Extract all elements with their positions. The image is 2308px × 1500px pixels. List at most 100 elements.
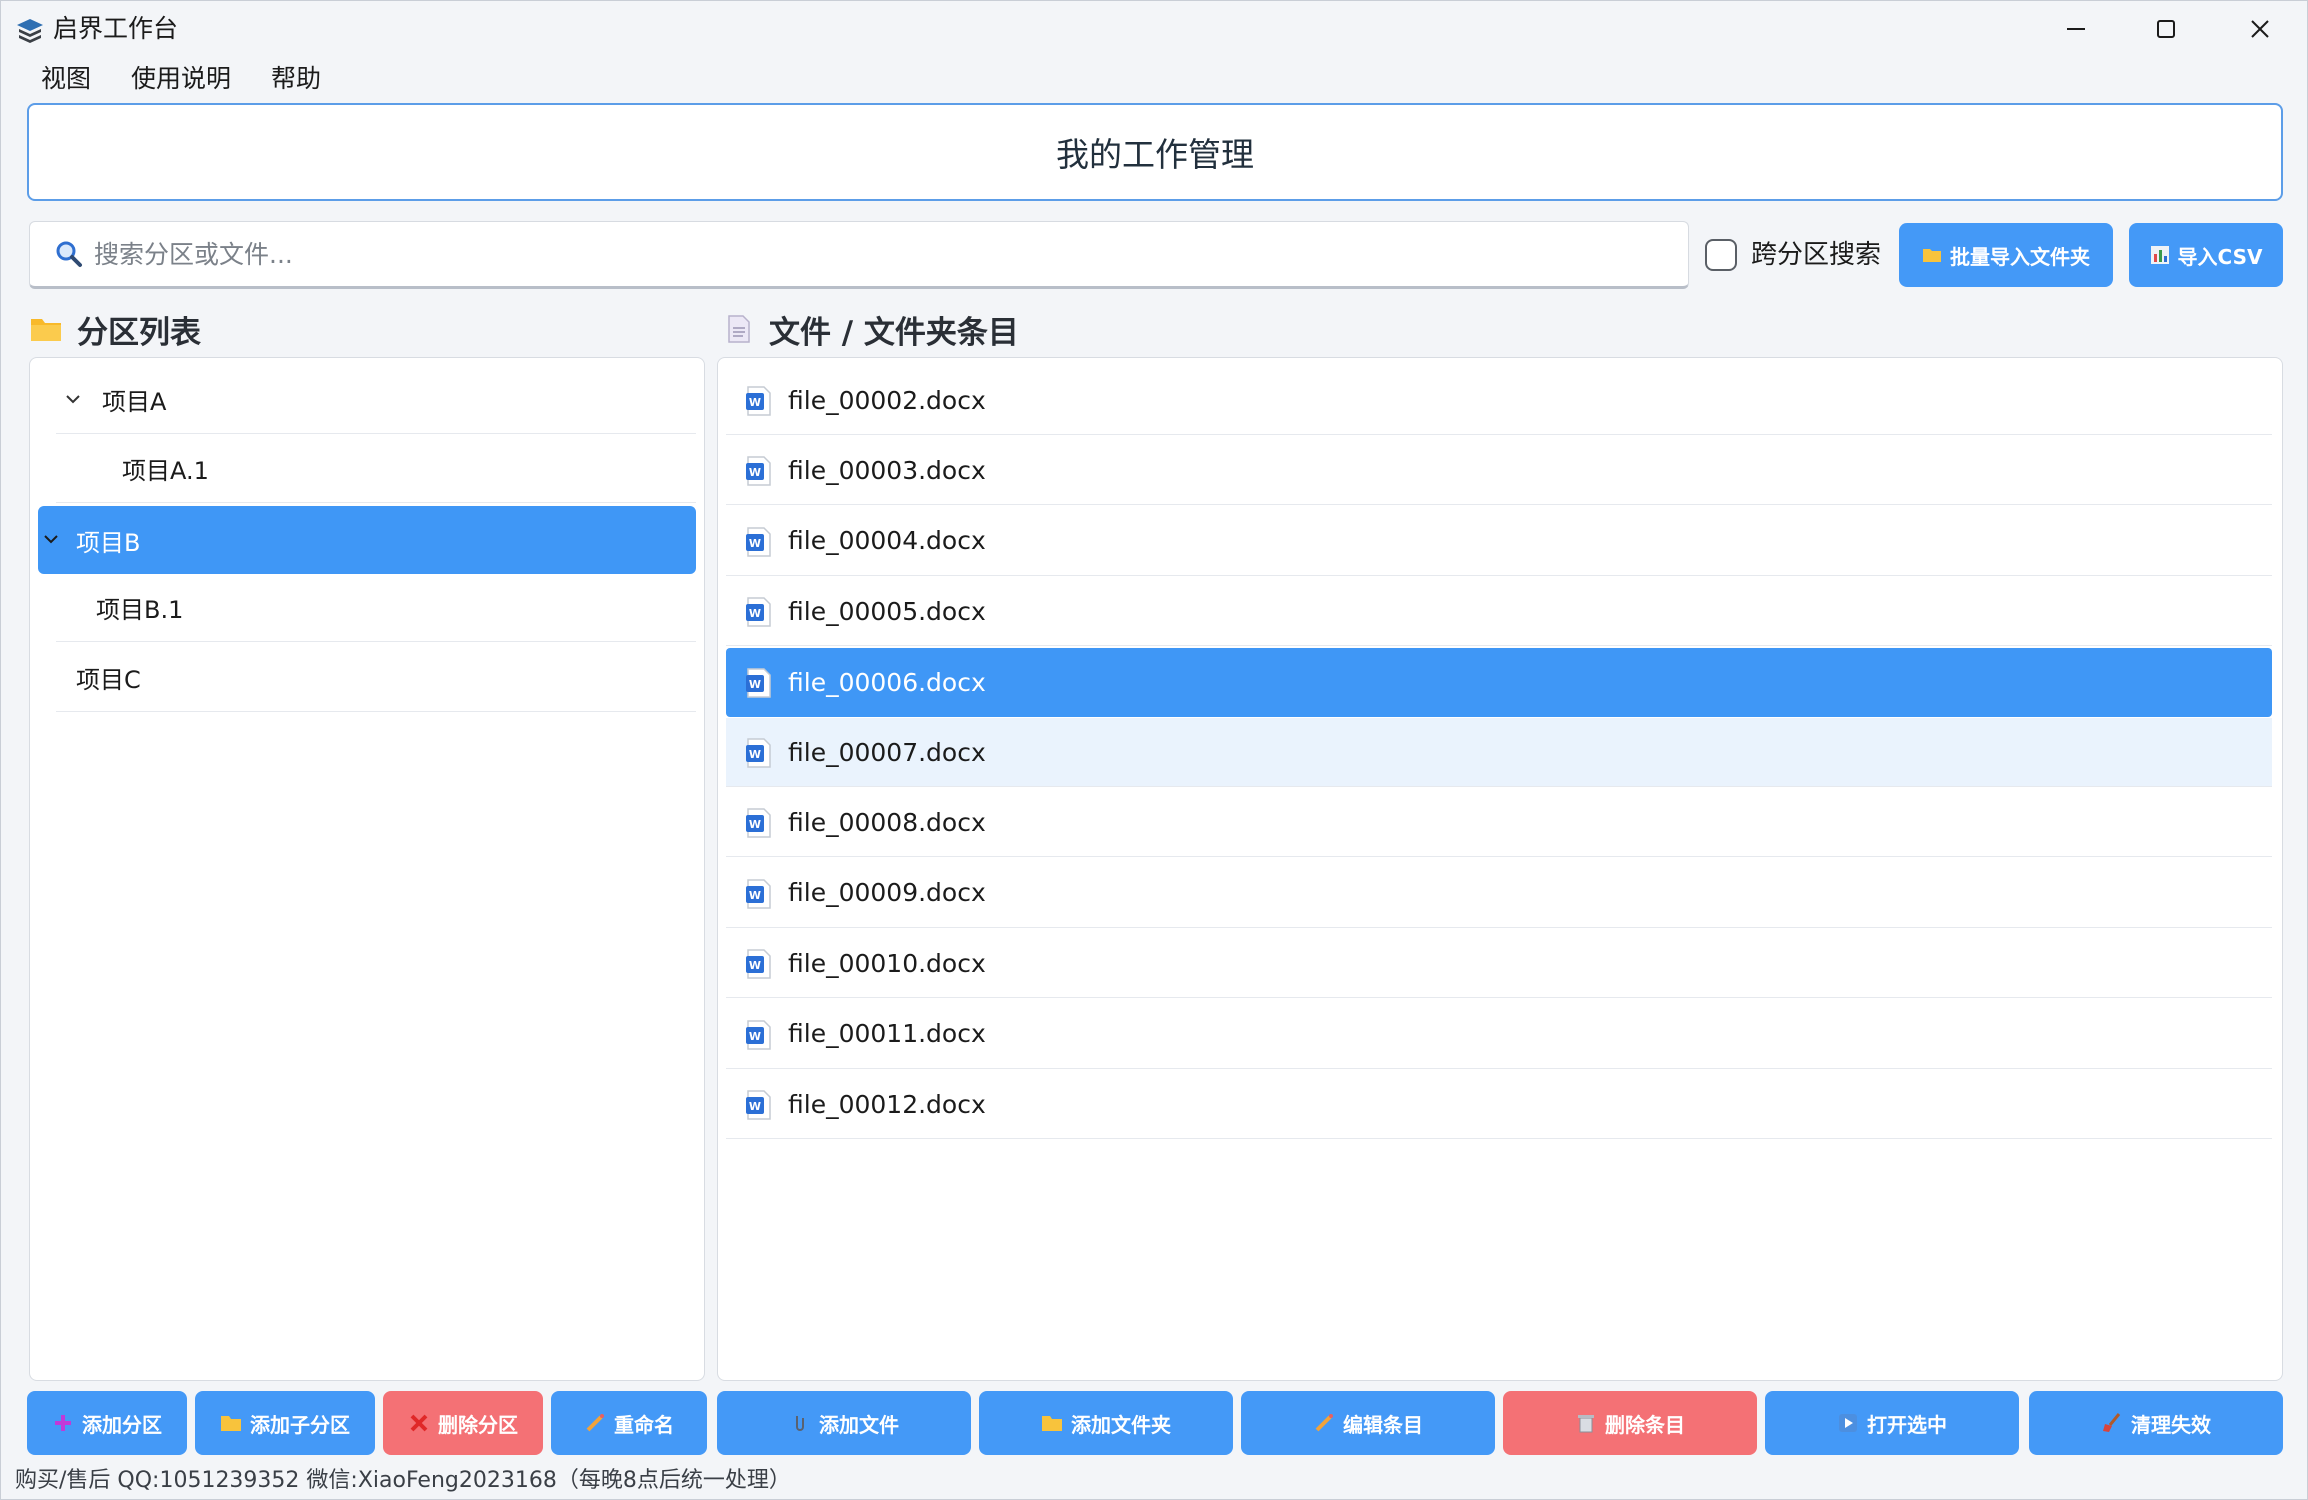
delete-partition-label: 删除分区 [438,1412,518,1437]
add-sub-partition-label: 添加子分区 [250,1412,350,1437]
tree-item-b[interactable]: 项目B [38,506,696,574]
file-row[interactable]: Wfile_00006.docx [726,647,2272,717]
header-banner: 我的工作管理 [27,103,2283,201]
app-logo-icon [17,19,43,43]
trash-icon [1578,1415,1594,1433]
tree-item-label: 项目B [76,528,141,557]
partition-section-heading: 分区列表 [29,307,201,351]
menu-instructions[interactable]: 使用说明 [111,57,251,101]
add-partition-button[interactable]: 添加分区 [27,1391,187,1455]
broom-icon [2103,1413,2121,1432]
cross-partition-checkbox[interactable] [1705,239,1737,271]
pencil-icon [586,1414,604,1432]
file-name: file_00005.docx [788,596,986,626]
file-row[interactable]: Wfile_00008.docx [726,788,2272,858]
file-name: file_00004.docx [788,526,986,556]
file-name: file_00010.docx [788,948,986,978]
search-box[interactable] [29,221,1689,289]
file-name: file_00003.docx [788,455,986,485]
menu-help[interactable]: 帮助 [251,57,341,101]
window-title: 启界工作台 [53,14,179,43]
tree-item-b1[interactable]: 项目B.1 [56,574,696,642]
document-icon [728,315,750,343]
search-input[interactable] [94,224,1688,284]
batch-import-folder-button[interactable]: 批量导入文件夹 [1899,223,2113,287]
folder-icon [31,319,61,341]
file-row[interactable]: Wfile_00010.docx [726,929,2272,999]
chevron-down-icon[interactable] [42,530,60,548]
status-bar: 购买/售后 QQ:1051239352 微信:XiaoFeng2023168（每… [15,1468,791,1493]
svg-text:W: W [749,818,761,831]
add-partition-label: 添加分区 [82,1412,162,1437]
folder-icon [1923,249,1941,262]
svg-text:W: W [749,466,761,479]
tree-item-label: 项目B.1 [96,596,184,624]
word-document-icon: W [746,738,771,768]
svg-text:W: W [749,1100,761,1113]
tree-item-a[interactable]: 项目A [56,366,696,434]
svg-text:W: W [749,396,761,409]
word-document-icon: W [746,597,771,627]
pencil-icon [1315,1414,1333,1432]
file-name: file_00009.docx [788,878,986,908]
delete-entry-button[interactable]: 删除条目 [1503,1391,1757,1455]
add-file-button[interactable]: 添加文件 [717,1391,971,1455]
file-row[interactable]: Wfile_00009.docx [726,859,2272,928]
file-row[interactable]: Wfile_00005.docx [726,577,2272,647]
menu-bar: 视图 使用说明 帮助 [21,57,341,101]
delete-partition-button[interactable]: 删除分区 [383,1391,543,1455]
edit-entry-button[interactable]: 编辑条目 [1241,1391,1495,1455]
svg-text:W: W [749,607,761,620]
maximize-icon [2157,20,2175,38]
tree-item-c[interactable]: 项目C [56,644,696,712]
file-list: Wfile_00002.docx Wfile_00003.docx Wfile_00… [717,357,2283,1381]
file-name: file_00011.docx [788,1019,986,1049]
file-row[interactable]: Wfile_00004.docx [726,507,2272,576]
folder-icon [1042,1416,1062,1431]
tree-item-label: 项目C [76,666,141,694]
title-bar: 启界工作台 [1,1,2307,57]
partition-tree: 项目A 项目A.1 项目B 项目B.1 项目C [29,357,705,1381]
open-selected-button[interactable]: 打开选中 [1765,1391,2019,1455]
search-icon [56,241,82,267]
word-document-icon: W [746,1019,771,1050]
file-row[interactable]: Wfile_00012.docx [726,1070,2272,1139]
word-document-icon: W [746,808,771,839]
cross-mark-icon [410,1414,428,1432]
file-row[interactable]: Wfile_00011.docx [726,1000,2272,1069]
add-folder-button[interactable]: 添加文件夹 [979,1391,1233,1455]
rename-button[interactable]: 重命名 [551,1391,707,1455]
tree-item-a1[interactable]: 项目A.1 [56,435,696,503]
file-row[interactable]: Wfile_00003.docx [726,436,2272,506]
clean-invalid-button[interactable]: 清理失效 [2029,1391,2283,1455]
file-name: file_00006.docx [788,667,986,697]
word-document-icon: W [746,949,771,979]
app-window: 启界工作台 视图 使用说明 帮助 我的工作管理 跨分区搜索 批量导入文件夹 [0,0,2308,1500]
minimize-button[interactable] [2031,1,2121,57]
word-document-icon: W [746,456,771,487]
word-document-icon: W [746,1090,771,1120]
file-row[interactable]: Wfile_00007.docx [726,718,2272,787]
file-name: file_00007.docx [788,737,986,767]
file-row[interactable]: Wfile_00002.docx [726,366,2272,435]
word-document-icon: W [746,527,771,557]
word-document-icon: W [746,879,771,909]
file-name: file_00012.docx [788,1089,986,1119]
tree-item-label: 项目A.1 [122,457,209,485]
clean-invalid-label: 清理失效 [2131,1412,2211,1437]
add-sub-partition-button[interactable]: 添加子分区 [195,1391,375,1455]
partition-heading-text: 分区列表 [77,314,201,351]
edit-entry-label: 编辑条目 [1343,1412,1423,1437]
import-csv-button[interactable]: 导入CSV [2129,223,2283,287]
close-icon [2251,20,2269,38]
menu-view[interactable]: 视图 [21,57,111,101]
chevron-down-icon[interactable] [64,390,82,408]
minimize-icon [2067,28,2085,30]
file-name: file_00008.docx [788,807,986,837]
files-heading-text: 文件 / 文件夹条目 [769,314,1019,351]
maximize-button[interactable] [2121,1,2211,57]
close-button[interactable] [2215,1,2305,57]
delete-entry-label: 删除条目 [1605,1412,1685,1437]
play-icon [1839,1414,1857,1432]
word-document-icon: W [746,667,771,698]
